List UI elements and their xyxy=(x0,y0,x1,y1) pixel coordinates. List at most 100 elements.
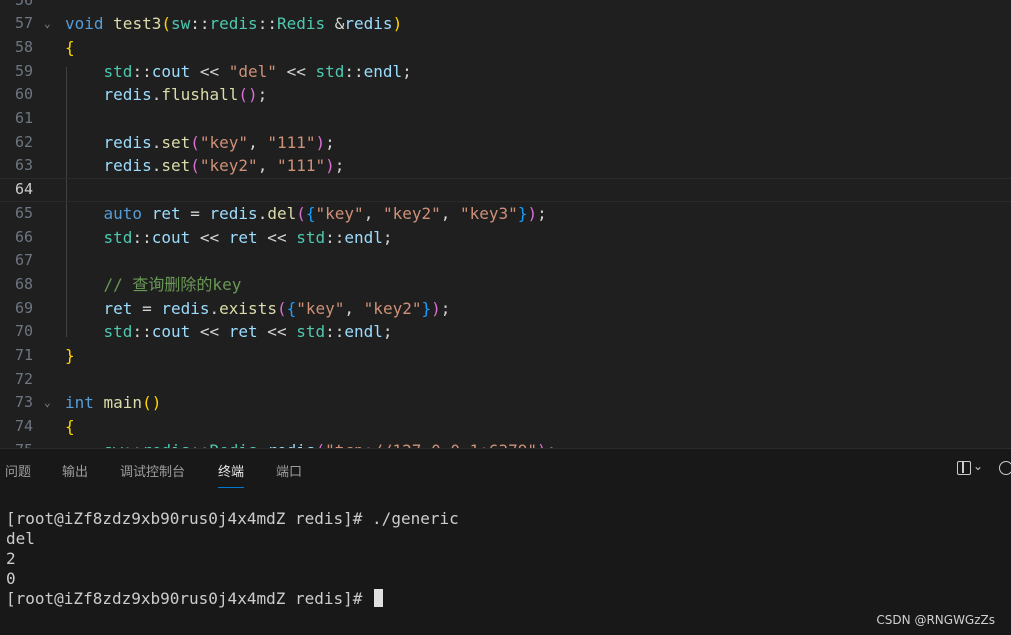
code-token: redis xyxy=(209,203,258,223)
code-token: "key2" xyxy=(199,156,258,176)
code-token: << xyxy=(190,227,229,247)
code-token: redis xyxy=(161,298,210,318)
line-number: 63 xyxy=(14,156,33,175)
code-token: } xyxy=(65,346,75,365)
code-token: } xyxy=(517,203,528,223)
code-token: } xyxy=(421,298,432,318)
code-token: () xyxy=(142,393,162,413)
code-line[interactable]: 61 xyxy=(0,107,1011,131)
fold-chevron-icon[interactable]: ⌄ xyxy=(44,391,51,415)
code-line[interactable]: 72 xyxy=(0,368,1011,392)
code-line[interactable]: 56 xyxy=(0,0,1011,12)
code-line[interactable]: 69 ret = redis.exists({"key", "key2"}); xyxy=(0,297,1011,321)
code-token: "key2" xyxy=(363,298,422,318)
code-token: sw xyxy=(170,14,191,34)
more-actions-icon[interactable] xyxy=(999,461,1011,475)
code-token: :: xyxy=(132,61,152,81)
code-line[interactable]: 64 xyxy=(0,178,1011,202)
terminal-output[interactable]: [root@iZf8zdz9xb90rus0j4x4mdZ redis]# ./… xyxy=(6,509,1006,609)
code-token: redis xyxy=(103,132,152,152)
code-token: . xyxy=(257,203,268,223)
tab-ports[interactable]: 端口 xyxy=(276,461,302,487)
code-token: :: xyxy=(190,441,209,448)
code-text: redis.flushall(); xyxy=(65,83,268,107)
tab-problems[interactable]: 问题 xyxy=(5,461,31,487)
tab-output[interactable]: 输出 xyxy=(62,461,88,487)
code-token: ; xyxy=(547,441,557,448)
code-token: redis xyxy=(267,441,315,448)
code-line[interactable]: 62 redis.set("key", "111"); xyxy=(0,131,1011,155)
code-line[interactable]: 74 { xyxy=(0,415,1011,439)
code-token: ; xyxy=(257,85,268,105)
line-number: 61 xyxy=(14,109,33,127)
code-token: "key" xyxy=(199,132,249,152)
bottom-panel: 问题 输出 调试控制台 终端 端口 ⌄ [root@iZf8zdz9xb90ru… xyxy=(0,448,1011,635)
terminal-cursor xyxy=(374,589,384,607)
code-token: ) xyxy=(392,14,403,34)
code-token: , xyxy=(363,203,383,223)
code-text: redis.set("key", "111"); xyxy=(65,131,335,155)
line-number: 75 xyxy=(0,439,33,448)
code-token: endl xyxy=(363,61,403,81)
code-token: () xyxy=(238,85,258,105)
code-line[interactable]: 67 xyxy=(0,249,1011,273)
code-token: flushall xyxy=(161,85,239,105)
tab-terminal[interactable]: 终端 xyxy=(218,461,245,488)
terminal-prompt-line[interactable]: [root@iZf8zdz9xb90rus0j4x4mdZ redis]# xyxy=(6,589,1006,609)
code-token: :: xyxy=(132,322,152,342)
terminal-line: del xyxy=(6,529,35,548)
split-layout-icon[interactable] xyxy=(957,461,971,475)
code-line[interactable]: 68 // 查询删除的key xyxy=(0,273,1011,297)
code-token: :: xyxy=(325,322,345,342)
code-line[interactable]: 73 ⌄ int main() xyxy=(0,391,1011,415)
code-token: ret xyxy=(103,298,133,318)
code-line[interactable]: 75 sw::redis::Redis redis("tcp://127.0.0… xyxy=(0,439,1011,448)
code-token: "111" xyxy=(267,132,316,152)
code-line[interactable]: 60 redis.flushall(); xyxy=(0,83,1011,107)
code-token: << xyxy=(190,61,229,81)
code-token: << xyxy=(257,227,297,247)
fold-chevron-icon[interactable]: ⌄ xyxy=(44,12,51,36)
code-token: . xyxy=(209,298,220,318)
code-token: del xyxy=(267,203,297,223)
code-token: // 查询删除的key xyxy=(103,274,242,294)
line-number: 65 xyxy=(14,203,33,222)
code-line[interactable]: 71} xyxy=(0,344,1011,368)
code-token: ) xyxy=(527,203,538,223)
tab-debug-console[interactable]: 调试控制台 xyxy=(120,461,185,487)
code-token: , xyxy=(257,156,277,176)
code-line[interactable]: 66 std::cout << ret << std::endl; xyxy=(0,226,1011,250)
code-text: sw::redis::Redis redis("tcp://127.0.0.1:… xyxy=(65,439,557,448)
terminal-line: [root@iZf8zdz9xb90rus0j4x4mdZ redis]# ./… xyxy=(6,509,459,528)
code-line[interactable]: 57 ⌄ void test3(sw::redis::Redis &redis) xyxy=(0,12,1011,36)
code-token: :: xyxy=(325,227,345,247)
code-text: { xyxy=(65,36,75,60)
chevron-down-icon[interactable]: ⌄ xyxy=(973,459,983,473)
code-token: << xyxy=(276,61,316,81)
code-token: ret xyxy=(151,203,181,223)
code-token: redis xyxy=(209,14,258,34)
code-line[interactable]: 63 redis.set("key2", "111"); xyxy=(0,154,1011,178)
code-token: endl xyxy=(344,322,383,342)
line-number: 67 xyxy=(14,251,33,270)
code-token: std xyxy=(315,61,345,81)
code-line[interactable]: 65 auto ret = redis.del({"key", "key2", … xyxy=(0,202,1011,226)
code-text: } xyxy=(65,344,75,368)
code-token: "tcp://127.0.0.1:6379" xyxy=(325,441,537,448)
code-token: ; xyxy=(382,322,393,342)
code-line[interactable]: 58 { xyxy=(0,36,1011,60)
code-token: ( xyxy=(276,298,287,318)
code-token: :: xyxy=(257,14,277,34)
code-token: set xyxy=(161,156,191,176)
code-token: void xyxy=(65,14,114,34)
line-number: 72 xyxy=(14,369,33,388)
line-number: 66 xyxy=(14,227,33,246)
code-editor[interactable]: 5657⌄void test3(sw::redis::Redis &redis)… xyxy=(0,0,1011,448)
code-line[interactable]: 70 std::cout << ret << std::endl; xyxy=(0,320,1011,344)
code-line[interactable]: 59 std::cout << "del" << std::endl; xyxy=(0,60,1011,84)
